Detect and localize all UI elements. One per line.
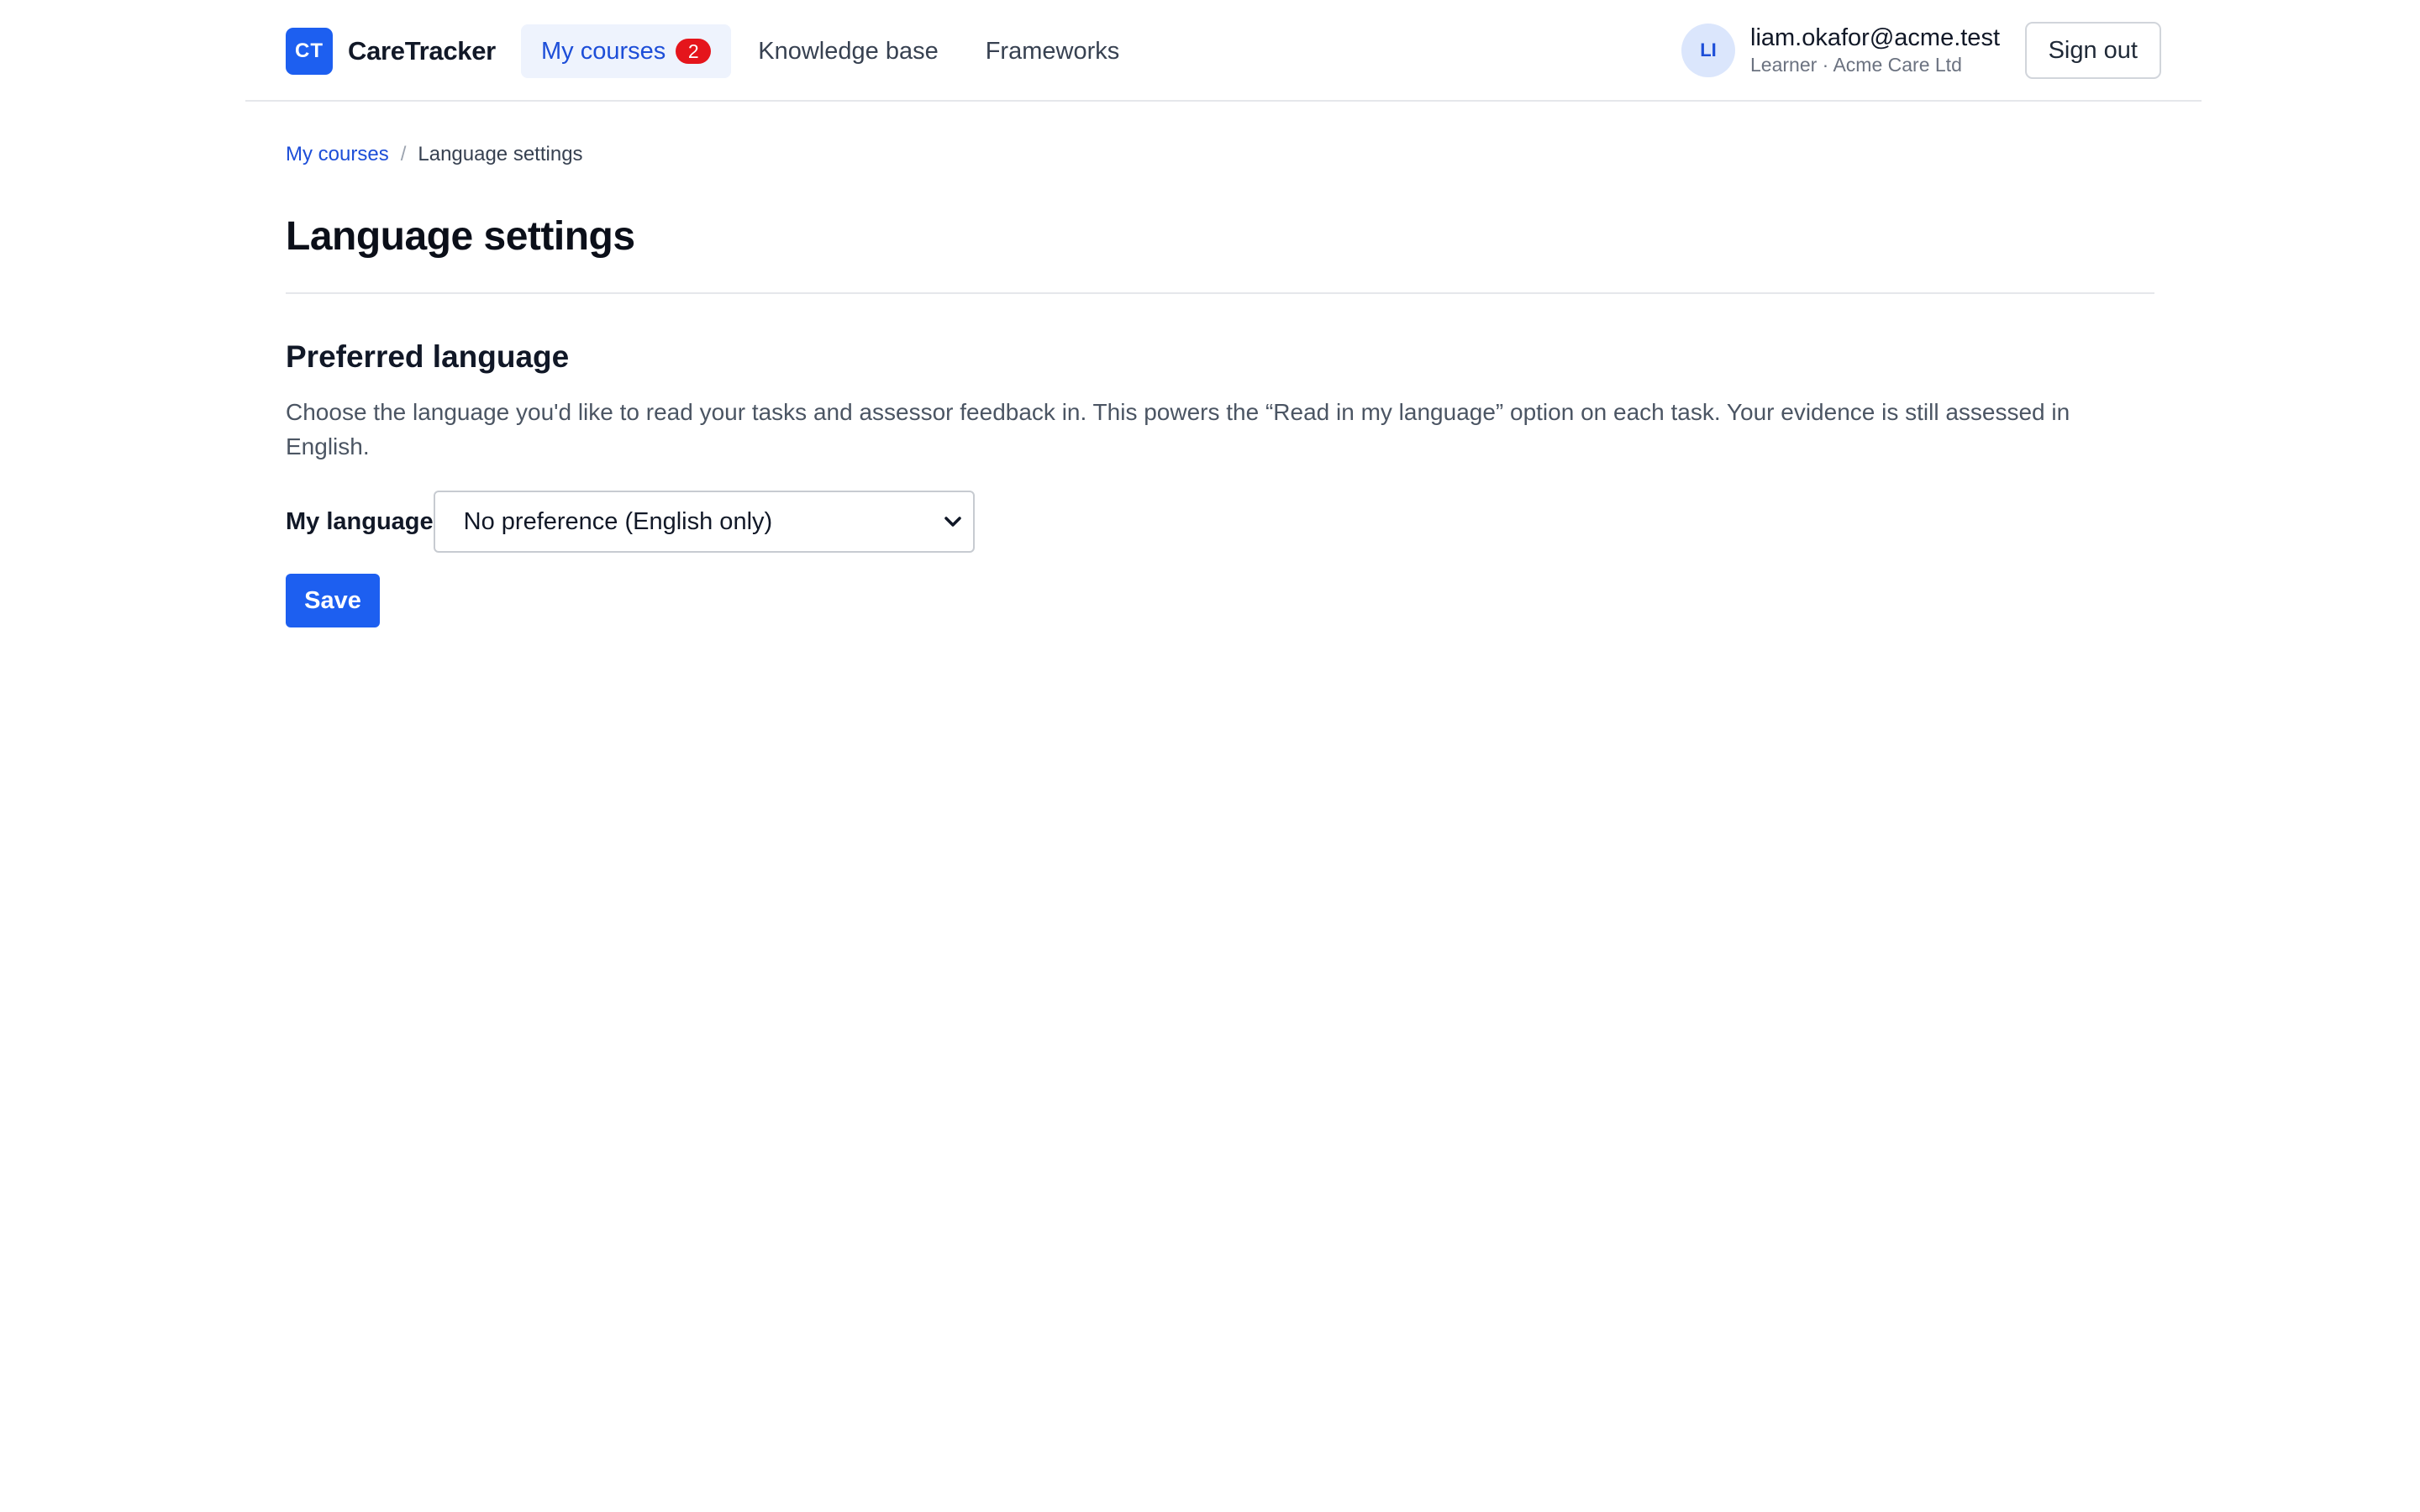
user-email: liam.okafor@acme.test xyxy=(1750,24,2000,51)
nav-item-my-courses[interactable]: My courses 2 xyxy=(521,24,732,78)
user-role: Learner · Acme Care Ltd xyxy=(1750,54,1962,76)
select-value: No preference (English only) xyxy=(463,507,773,535)
breadcrumb-separator: / xyxy=(400,143,407,165)
top-navigation-bar: CT CareTracker My courses 2 Knowledge ba… xyxy=(245,0,2202,102)
main-nav: My courses 2 Knowledge base Frameworks xyxy=(521,24,1139,78)
field-label: My language xyxy=(286,507,434,535)
notification-badge: 2 xyxy=(676,39,712,64)
brand[interactable]: CT CareTracker xyxy=(286,28,496,75)
page: CT CareTracker My courses 2 Knowledge ba… xyxy=(0,0,2420,1512)
avatar: LI xyxy=(1681,24,1736,77)
app-name: CareTracker xyxy=(348,36,496,66)
nav-item-frameworks[interactable]: Frameworks xyxy=(965,24,1140,78)
nav-item-knowledge-base[interactable]: Knowledge base xyxy=(738,24,958,78)
language-field: My language No preference (English only) xyxy=(286,491,975,553)
user-menu: LI liam.okafor@acme.test Learner · Acme … xyxy=(1681,24,2000,77)
sign-out-button[interactable]: Sign out xyxy=(2024,22,2161,79)
save-button[interactable]: Save xyxy=(286,574,380,627)
breadcrumb-current: Language settings xyxy=(418,143,583,165)
page-title: Language settings xyxy=(286,214,635,259)
chevron-down-icon xyxy=(941,510,965,533)
breadcrumb: My courses / Language settings xyxy=(286,143,583,166)
section-description: Choose the language you'd like to read y… xyxy=(286,399,2070,459)
user-info: liam.okafor@acme.test Learner · Acme Car… xyxy=(1750,24,2000,77)
nav-item-label: Frameworks xyxy=(985,37,1120,65)
divider xyxy=(286,292,2154,294)
logo: CT xyxy=(286,28,333,75)
breadcrumb-link-my-courses[interactable]: My courses xyxy=(286,143,389,166)
language-select[interactable]: No preference (English only) xyxy=(433,491,975,553)
section-title: Preferred language xyxy=(286,339,570,374)
nav-item-label: My courses xyxy=(541,37,666,65)
nav-item-label: Knowledge base xyxy=(758,37,939,65)
